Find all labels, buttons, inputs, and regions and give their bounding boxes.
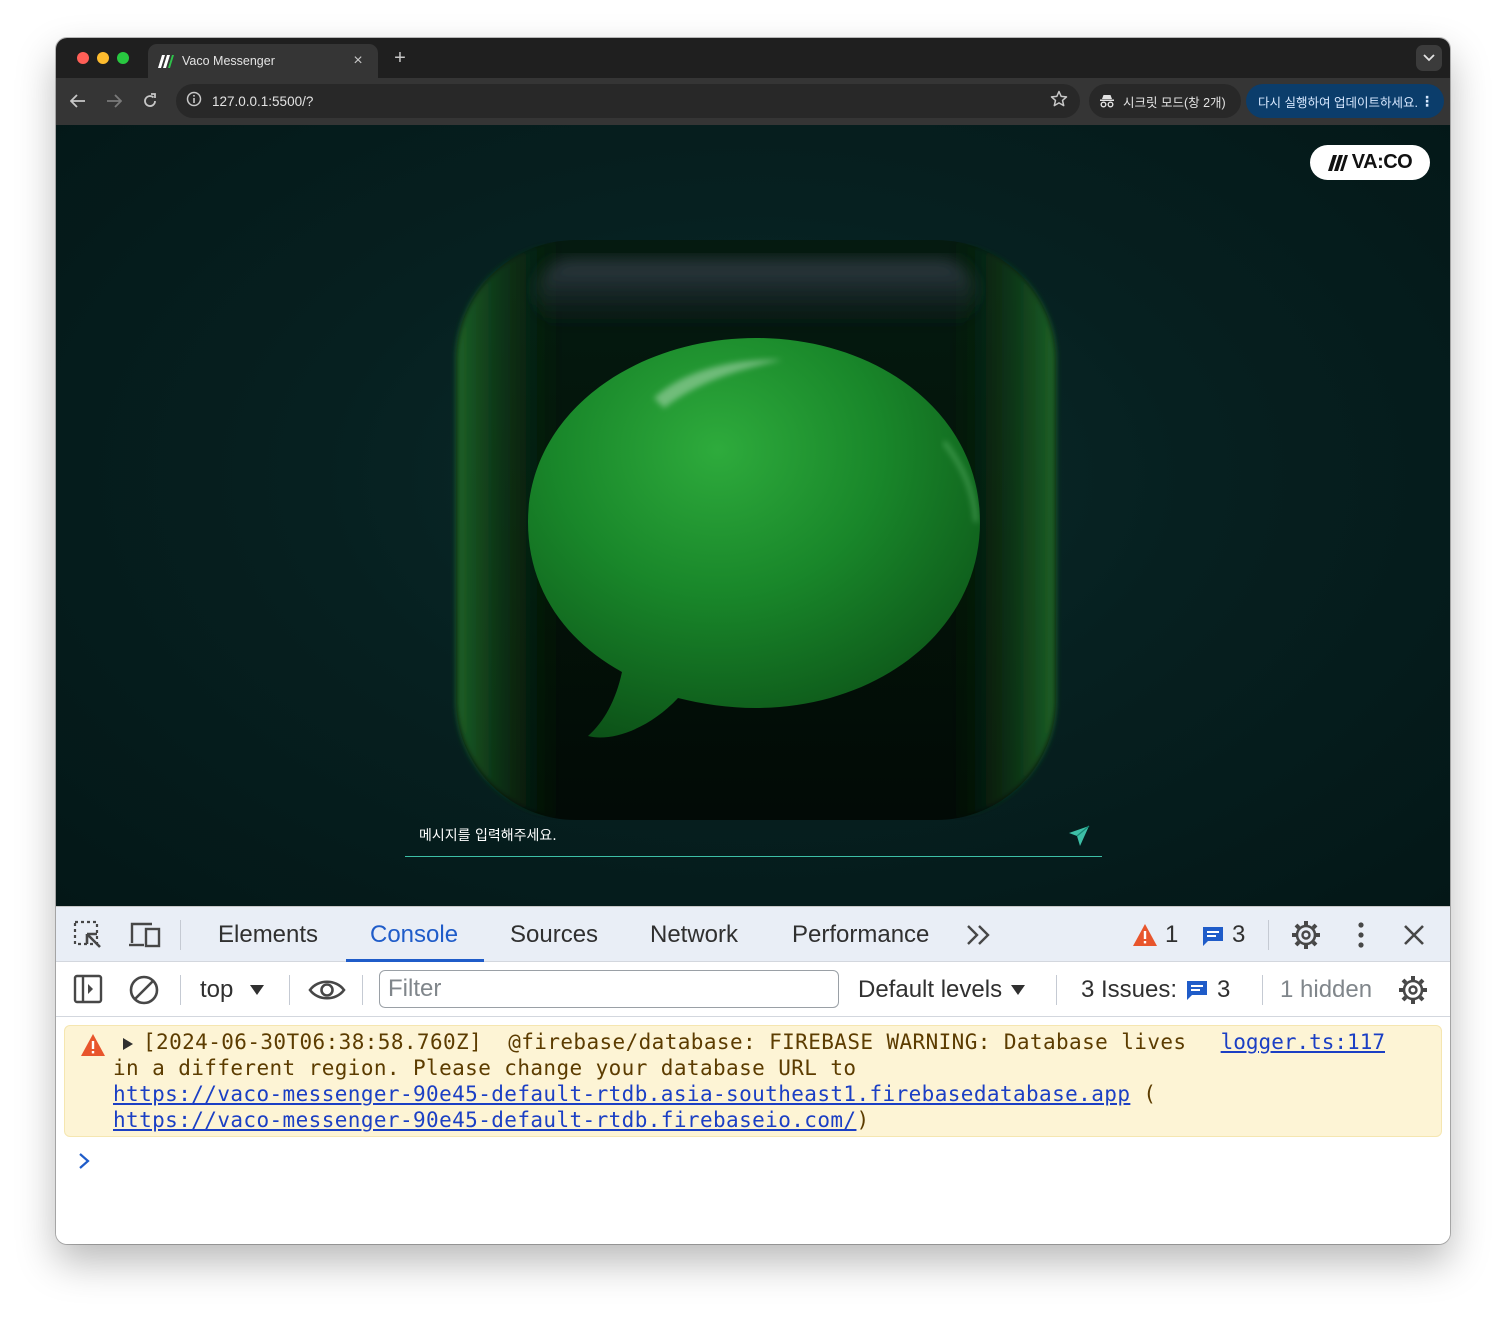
toolbar-divider — [289, 975, 290, 1005]
database-url-link[interactable]: https://vaco-messenger-90e45-default-rtd… — [113, 1082, 1130, 1106]
dropdown-arrow-icon — [1010, 984, 1026, 996]
console-prompt-icon[interactable] — [78, 1151, 92, 1171]
toolbar-divider — [1056, 975, 1057, 1005]
message-input-container — [405, 815, 1102, 857]
messages-count[interactable]: 3 — [1232, 907, 1245, 962]
arrow-right-icon — [107, 94, 122, 108]
tab-strip: Vaco Messenger × + — [56, 38, 1450, 78]
console-filter-bar: top Default levels 3 Issues: 3 1 hidden — [56, 962, 1450, 1017]
devtools-panel: Elements Console Sources Network Perform… — [56, 906, 1450, 1244]
console-line: https://vaco-messenger-90e45-default-rtd… — [113, 1108, 870, 1132]
send-button[interactable] — [1068, 825, 1090, 847]
site-info-icon[interactable] — [186, 91, 202, 112]
incognito-icon — [1099, 94, 1115, 108]
toolbar-divider — [362, 975, 363, 1005]
reload-icon — [144, 93, 156, 107]
message-icon — [1200, 924, 1226, 948]
console-text: ) — [856, 1108, 870, 1132]
zoom-window-button[interactable] — [117, 52, 129, 64]
settings-gear-icon[interactable] — [1290, 919, 1322, 951]
toolbar-divider — [180, 975, 181, 1005]
console-filter-input[interactable] — [379, 970, 839, 1008]
sidebar-toggle-icon[interactable] — [73, 974, 103, 1004]
console-line: in a different region. Please change you… — [113, 1056, 857, 1080]
expand-triangle-icon[interactable] — [121, 1035, 135, 1053]
tab-performance[interactable]: Performance — [790, 907, 931, 962]
url-text: 127.0.0.1:5500/? — [212, 93, 314, 109]
bookmark-star-icon[interactable] — [1050, 90, 1068, 113]
issues-counter[interactable]: 3 Issues: 3 — [1081, 962, 1230, 1017]
tab-sources[interactable]: Sources — [508, 907, 600, 962]
tab-search-button[interactable] — [1416, 45, 1442, 71]
logo-text: VA:CO — [1351, 151, 1413, 173]
console-warning-message: [2024-06-30T06:38:58.760Z] @firebase/dat… — [64, 1025, 1442, 1137]
console-line: [2024-06-30T06:38:58.760Z] @firebase/dat… — [143, 1030, 1187, 1054]
hidden-messages-count: 1 hidden — [1280, 975, 1373, 1003]
tab-title: Vaco Messenger — [182, 54, 275, 68]
warnings-count[interactable]: 1 — [1165, 907, 1178, 962]
context-label: top — [200, 975, 234, 1003]
kebab-menu-icon[interactable]: ⋮ — [1420, 93, 1434, 110]
log-levels-dropdown[interactable]: Default levels — [858, 962, 1026, 1017]
update-button[interactable]: 다시 실행하여 업데이트하세요. ⋮ — [1246, 84, 1444, 118]
issues-label: 3 Issues: — [1081, 975, 1178, 1003]
chat-bubble-illustration — [456, 240, 1056, 820]
dropdown-arrow-icon — [249, 984, 265, 996]
live-expression-eye-icon[interactable] — [307, 976, 347, 1004]
console-line: https://vaco-messenger-90e45-default-rtd… — [113, 1082, 1156, 1106]
browser-toolbar: 127.0.0.1:5500/? 시크릿 모드(창 2개) 다시 실행하여 업데… — [56, 78, 1450, 125]
context-selector[interactable]: top — [200, 962, 265, 1017]
browser-window: Vaco Messenger × + 127.0.0.1:5500/? 시크릿 … — [56, 38, 1450, 1244]
chevron-down-icon — [1423, 54, 1435, 62]
warning-icon — [1132, 923, 1158, 947]
database-url-link[interactable]: https://vaco-messenger-90e45-default-rtd… — [113, 1108, 856, 1132]
clear-console-icon[interactable] — [128, 974, 160, 1006]
new-tab-button[interactable]: + — [389, 47, 411, 69]
tab-elements[interactable]: Elements — [216, 907, 320, 962]
vaco-favicon-icon — [158, 54, 174, 68]
update-label: 다시 실행하여 업데이트하세요. — [1258, 95, 1418, 110]
kebab-menu-icon[interactable] — [1348, 919, 1374, 951]
more-tabs-icon[interactable] — [964, 922, 994, 948]
minimize-window-button[interactable] — [97, 52, 109, 64]
warning-icon — [80, 1033, 106, 1057]
close-window-button[interactable] — [77, 52, 89, 64]
message-icon — [1185, 979, 1209, 1001]
vaco-mark-icon — [1327, 154, 1348, 171]
vaco-logo: VA:CO — [1310, 145, 1430, 180]
inspect-element-icon[interactable] — [72, 920, 104, 950]
browser-tab[interactable]: Vaco Messenger × — [148, 44, 378, 78]
forward-button[interactable] — [103, 90, 125, 112]
device-toolbar-icon[interactable] — [128, 920, 162, 950]
incognito-label: 시크릿 모드(창 2개) — [1123, 95, 1226, 110]
toolbar-divider — [1262, 975, 1263, 1005]
issues-count: 3 — [1217, 975, 1231, 1003]
source-link[interactable]: logger.ts:117 — [1221, 1030, 1385, 1054]
reload-button[interactable] — [139, 90, 161, 112]
tab-network[interactable]: Network — [648, 907, 740, 962]
page-viewport: VA:CO — [56, 125, 1450, 906]
arrow-left-icon — [70, 94, 85, 108]
log-levels-label: Default levels — [858, 975, 1003, 1003]
console-text: ( — [1130, 1082, 1157, 1106]
address-bar[interactable]: 127.0.0.1:5500/? — [176, 84, 1080, 118]
back-button[interactable] — [67, 90, 89, 112]
tab-close-icon[interactable]: × — [350, 53, 366, 69]
devtools-tabbar: Elements Console Sources Network Perform… — [56, 907, 1450, 962]
toolbar-divider — [1268, 920, 1269, 950]
send-arrow-icon — [1069, 825, 1090, 846]
message-input[interactable] — [419, 827, 1068, 844]
tab-console[interactable]: Console — [345, 907, 485, 962]
toolbar-divider — [180, 920, 181, 950]
close-devtools-icon[interactable] — [1400, 921, 1428, 949]
console-settings-gear-icon[interactable] — [1397, 974, 1429, 1006]
incognito-indicator[interactable]: 시크릿 모드(창 2개) — [1089, 84, 1241, 118]
